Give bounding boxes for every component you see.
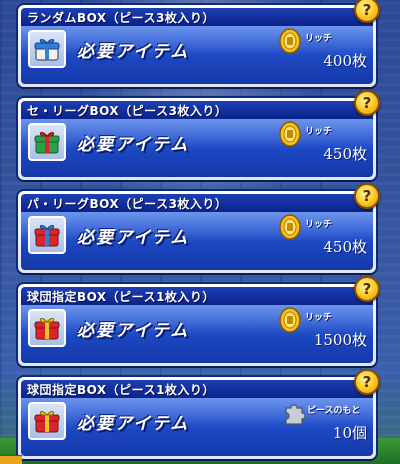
shop-item-random-box[interactable]: ランダムBOX（ピース3枚入り） ? 必要アイテム リッチ 400枚 [18,0,380,87]
help-button[interactable]: ? [354,183,380,209]
card-body: 必要アイテム リッチ 1500枚 [21,305,373,363]
question-icon: ? [362,94,372,112]
shop-item-team-box[interactable]: 球団指定BOX（ピース1枚入り） ? 必要アイテム リッチ 1500枚 [18,276,380,366]
card-header: ランダムBOX（ピース3枚入り） [21,8,373,26]
card-body: 必要アイテム リッチ 450枚 [21,119,373,177]
rich-coin-icon [279,28,301,54]
card-header: 球団指定BOX（ピース1枚入り） [21,287,373,305]
question-icon: ? [362,187,372,205]
help-button[interactable]: ? [354,369,380,395]
item-thumbnail [28,30,66,68]
currency-name: ピースのもと [307,406,361,416]
card-header: 球団指定BOX（ピース1枚入り） [21,380,373,398]
shop-item-pacific-league-box[interactable]: パ・リーグBOX（ピース3枚入り） ? 必要アイテム リッチ 450枚 [18,183,380,273]
gift-box-icon [34,132,60,154]
help-button[interactable]: ? [354,90,380,116]
item-thumbnail [28,216,66,254]
bottom-tab [0,455,22,464]
card-body: 必要アイテム ピースのもと 10個 [21,398,373,456]
required-item-label: 必要アイテム [77,135,190,155]
item-cost: 450枚 [323,145,367,163]
currency-name: リッチ [305,220,333,230]
item-thumbnail [28,402,66,440]
currency-name: リッチ [305,127,333,137]
help-button[interactable]: ? [354,276,380,302]
rich-coin-icon [279,121,301,147]
item-title: セ・リーグBOX（ピース3枚入り） [27,104,228,118]
currency-name: リッチ [305,313,333,323]
item-title: パ・リーグBOX（ピース3枚入り） [27,197,228,211]
required-item-label: 必要アイテム [77,321,190,341]
card-header: セ・リーグBOX（ピース3枚入り） [21,101,373,119]
question-icon: ? [362,373,372,391]
required-item-label: 必要アイテム [77,414,190,434]
item-cost: 1500枚 [313,331,367,349]
card-body: 必要アイテム リッチ 450枚 [21,212,373,270]
item-cost: 10個 [332,424,367,442]
shop-item-team-box-pieces[interactable]: 球団指定BOX（ピース1枚入り） ? 必要アイテム ピースのもと 10個 [18,369,380,459]
card-body: 必要アイテム リッチ 400枚 [21,26,373,84]
gift-box-icon [34,318,60,340]
item-title: 球団指定BOX（ピース1枚入り） [27,290,215,304]
puzzle-piece-icon [285,404,305,425]
rich-coin-icon [279,214,301,240]
item-cost: 450枚 [323,238,367,256]
question-icon: ? [362,1,372,19]
gift-box-icon [34,411,60,433]
required-item-label: 必要アイテム [77,228,190,248]
card-header: パ・リーグBOX（ピース3枚入り） [21,194,373,212]
item-thumbnail [28,309,66,347]
item-title: 球団指定BOX（ピース1枚入り） [27,383,215,397]
gift-box-icon [34,39,60,61]
item-title: ランダムBOX（ピース3枚入り） [27,11,215,25]
rich-coin-icon [279,307,301,333]
item-cost: 400枚 [323,52,367,70]
required-item-label: 必要アイテム [77,42,190,62]
gift-box-icon [34,225,60,247]
currency-name: リッチ [305,34,333,44]
shop-item-central-league-box[interactable]: セ・リーグBOX（ピース3枚入り） ? 必要アイテム リッチ 450枚 [18,90,380,180]
question-icon: ? [362,280,372,298]
item-thumbnail [28,123,66,161]
